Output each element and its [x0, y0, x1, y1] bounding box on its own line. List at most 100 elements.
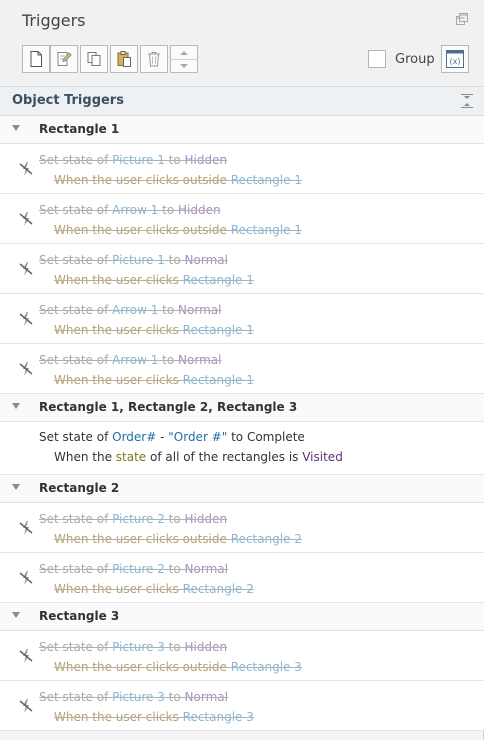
condition-object: Rectangle 1 [182, 273, 254, 287]
group-header[interactable]: Rectangle 3 [0, 603, 484, 631]
condition-object: Rectangle 1 [182, 373, 254, 387]
condition-text: When the [54, 450, 116, 464]
target-object: Arrow 1 [112, 203, 159, 217]
trigger-row[interactable]: Set state of Arrow 1 to Normal When the … [0, 344, 484, 394]
action-text: Set state of [39, 562, 113, 576]
trigger-action: Set state of Arrow 1 to Normal [39, 303, 221, 317]
state-value: Normal [178, 353, 222, 367]
paste-icon [117, 51, 131, 67]
delete-icon [148, 52, 160, 67]
target-object: Picture 3 [112, 640, 165, 654]
condition-object: Rectangle 2 [182, 582, 254, 596]
condition-text: When the user clicks [54, 710, 183, 724]
trigger-list: Rectangle 1 Set state of Picture 1 to Hi… [0, 116, 484, 731]
target-object: Order# [112, 430, 157, 444]
group-checkbox[interactable] [368, 50, 386, 68]
target-object: Picture 3 [112, 690, 165, 704]
collapse-all-icon[interactable] [460, 93, 474, 109]
group-label: Group [395, 52, 435, 67]
trigger-row[interactable]: Set state of Picture 2 to Normal When th… [0, 553, 484, 603]
group-title: Rectangle 3 [39, 609, 120, 623]
condition-text: When the user clicks outside [54, 223, 231, 237]
trigger-row[interactable]: Set state of Picture 1 to Normal When th… [0, 244, 484, 294]
action-text: to [164, 562, 185, 576]
condition-object: Rectangle 3 [230, 660, 302, 674]
condition-text: When the user clicks [54, 273, 183, 287]
action-text: - [156, 430, 169, 444]
trigger-action: Set state of Picture 1 to Normal [39, 253, 228, 267]
group-header[interactable]: Rectangle 1 [0, 116, 484, 144]
edit-trigger-button[interactable] [50, 45, 78, 73]
expand-triangle-icon[interactable] [12, 484, 20, 490]
group-title: Rectangle 2 [39, 481, 120, 495]
trigger-disabled-icon [19, 162, 33, 176]
state-value: Hidden [178, 203, 221, 217]
state-value: Complete [246, 430, 305, 444]
expand-triangle-icon[interactable] [12, 125, 20, 131]
trigger-row[interactable]: Set state of Arrow 1 to Normal When the … [0, 294, 484, 344]
expand-triangle-icon[interactable] [12, 403, 20, 409]
trigger-action: Set state of Arrow 1 to Normal [39, 353, 221, 367]
copy-button[interactable] [80, 45, 108, 73]
trigger-row[interactable]: Set state of Picture 1 to Hidden When th… [0, 144, 484, 194]
trigger-condition: When the user clicks outside Rectangle 1 [54, 223, 302, 237]
copy-icon [87, 52, 101, 66]
trigger-condition: When the user clicks Rectangle 2 [54, 582, 254, 596]
action-text: to [227, 430, 247, 444]
trigger-disabled-icon [19, 571, 33, 585]
target-object: Picture 2 [112, 512, 165, 526]
move-up-icon [180, 51, 188, 55]
trigger-condition: When the user clicks outside Rectangle 3 [54, 660, 302, 674]
trigger-row[interactable]: Set state of Order# - "Order #" to Compl… [0, 422, 484, 475]
trigger-action: Set state of Picture 1 to Hidden [39, 153, 227, 167]
move-down-button[interactable] [171, 60, 197, 72]
restore-icon[interactable] [456, 13, 468, 25]
paste-button[interactable] [110, 45, 138, 73]
action-text: Set state of [39, 353, 113, 367]
expand-triangle-icon[interactable] [12, 612, 20, 618]
group-header[interactable]: Rectangle 1, Rectangle 2, Rectangle 3 [0, 394, 484, 422]
action-text: to [164, 690, 185, 704]
condition-text: When the user clicks outside [54, 660, 231, 674]
action-text: to [164, 253, 185, 267]
trigger-condition: When the user clicks outside Rectangle 2 [54, 532, 302, 546]
trigger-disabled-icon [19, 649, 33, 663]
action-text: Set state of [39, 640, 113, 654]
trigger-row[interactable]: Set state of Picture 3 to Normal When th… [0, 681, 484, 731]
action-text: Set state of [39, 303, 113, 317]
trigger-action: Set state of Order# - "Order #" to Compl… [39, 430, 305, 444]
trigger-action: Set state of Picture 2 to Hidden [39, 512, 227, 526]
trigger-row[interactable]: Set state of Picture 3 to Hidden When th… [0, 631, 484, 681]
trigger-condition: When the user clicks Rectangle 1 [54, 373, 254, 387]
trigger-condition: When the user clicks Rectangle 1 [54, 323, 254, 337]
trigger-disabled-icon [19, 699, 33, 713]
condition-object: Rectangle 1 [230, 223, 302, 237]
delete-button[interactable] [140, 45, 168, 73]
condition-text: When the user clicks [54, 582, 183, 596]
group-header[interactable]: Rectangle 2 [0, 475, 484, 503]
condition-object: Rectangle 2 [230, 532, 302, 546]
state-value: Normal [178, 303, 222, 317]
condition-text: When the user clicks [54, 323, 183, 337]
section-title: Object Triggers [12, 93, 124, 108]
triggers-panel: Triggers Group (x) Object Triggers Recta… [0, 0, 484, 740]
svg-text:(x): (x) [450, 57, 461, 66]
state-value: Hidden [184, 640, 228, 654]
trigger-row[interactable]: Set state of Picture 2 to Hidden When th… [0, 503, 484, 553]
trigger-action: Set state of Picture 3 to Normal [39, 690, 228, 704]
move-down-icon [180, 64, 188, 68]
new-trigger-button[interactable] [22, 45, 50, 73]
variables-icon[interactable]: (x) [441, 45, 469, 73]
reorder-buttons [170, 45, 198, 73]
target-string: "Order #" [168, 430, 228, 444]
trigger-action: Set state of Picture 2 to Normal [39, 562, 228, 576]
condition-text: of all of the rectangles is [146, 450, 303, 464]
trigger-action: Set state of Arrow 1 to Hidden [39, 203, 221, 217]
action-text: to [164, 153, 185, 167]
trigger-disabled-icon [19, 262, 33, 276]
action-text: to [164, 640, 185, 654]
trigger-row[interactable]: Set state of Arrow 1 to Hidden When the … [0, 194, 484, 244]
condition-text: When the user clicks outside [54, 532, 231, 546]
move-up-button[interactable] [171, 46, 197, 60]
action-text: Set state of [39, 153, 113, 167]
